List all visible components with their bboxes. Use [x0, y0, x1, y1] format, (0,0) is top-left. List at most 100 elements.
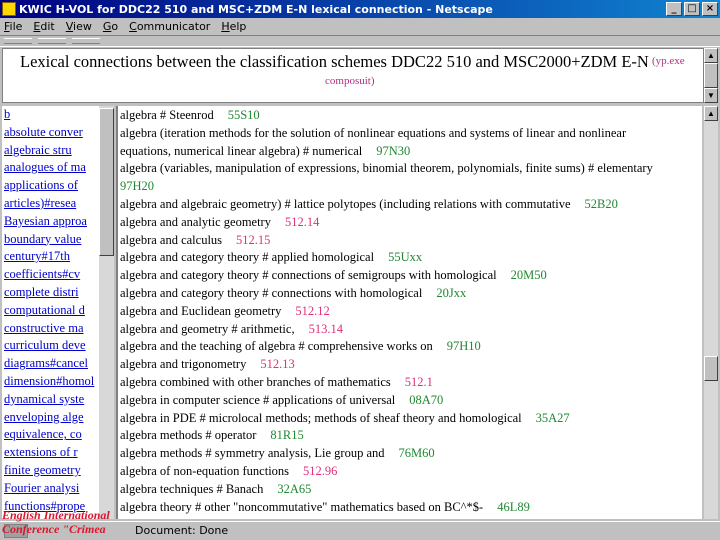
- toolbar-grip-navigation[interactable]: [4, 38, 32, 44]
- entry-text: algebra theory # other "noncommutative" …: [120, 499, 484, 514]
- kwic-entry: algebra (iteration methods for the solut…: [120, 125, 667, 143]
- kwic-entry-list: algebra # Steenrod 55S10 algebra (iteratio…: [120, 107, 667, 516]
- index-link[interactable]: dimension#homol: [4, 373, 94, 391]
- classification-code[interactable]: 512.14: [285, 215, 319, 229]
- index-link[interactable]: Bayesian approa: [4, 213, 94, 231]
- classification-code[interactable]: 08A70: [409, 393, 443, 407]
- scroll-thumb[interactable]: [704, 63, 718, 88]
- kwic-entry: algebra and the teaching of algebra # co…: [120, 338, 667, 356]
- menu-go[interactable]: Go: [103, 20, 118, 33]
- index-link[interactable]: complete distri: [4, 284, 94, 302]
- classification-code[interactable]: 55Uxx: [388, 250, 422, 264]
- kwic-entry: algebra of non-equation functions 512.96: [120, 463, 667, 481]
- menu-edit[interactable]: Edit: [33, 20, 54, 33]
- classification-code[interactable]: 97H20: [120, 179, 154, 193]
- scroll-thumb[interactable]: [704, 356, 718, 381]
- classification-code[interactable]: 97N30: [376, 144, 410, 158]
- toolbar-grip-location[interactable]: [38, 38, 66, 44]
- index-link[interactable]: analogues of ma: [4, 159, 94, 177]
- classification-code[interactable]: 512.12: [295, 304, 329, 318]
- kwic-entry: algebra and Euclidean geometry 512.12: [120, 303, 667, 321]
- minimize-button[interactable]: _: [666, 2, 682, 16]
- menu-view[interactable]: View: [66, 20, 92, 33]
- entry-text: algebra and Euclidean geometry: [120, 303, 282, 318]
- classification-code[interactable]: 512.96: [303, 464, 337, 478]
- index-link[interactable]: constructive ma: [4, 320, 94, 338]
- term-index-list: b absolute conver algebraic stru analogues …: [4, 106, 94, 515]
- index-link[interactable]: finite geometry: [4, 462, 94, 480]
- classification-code[interactable]: 35A27: [536, 411, 570, 425]
- classification-code[interactable]: 513.14: [309, 322, 343, 336]
- main-frame-scrollbar[interactable]: ▲: [704, 106, 718, 519]
- classification-code[interactable]: 52B20: [585, 197, 618, 211]
- index-link[interactable]: century#17th: [4, 248, 94, 266]
- menu-help[interactable]: Help: [221, 20, 246, 33]
- kwic-entry: algebra and geometry # arithmetic, 513.14: [120, 321, 667, 339]
- entry-text: algebra and trigonometry: [120, 357, 247, 372]
- classification-code[interactable]: 20M50: [511, 268, 547, 282]
- index-link[interactable]: applications of: [4, 177, 94, 195]
- classification-code[interactable]: 97H10: [447, 339, 481, 353]
- entry-text: algebra in computer science # applicatio…: [120, 392, 396, 407]
- kwic-entry: algebra # Steenrod 55S10: [120, 107, 667, 125]
- entry-text: algebra and category theory # connection…: [120, 268, 497, 283]
- classification-code[interactable]: 55S10: [228, 108, 260, 122]
- entry-text: algebra and geometry # arithmetic,: [120, 321, 295, 336]
- entry-text: algebra of non-equation functions: [120, 463, 290, 478]
- status-text: Document: Done: [135, 524, 229, 537]
- classification-code[interactable]: 512.13: [260, 357, 294, 371]
- index-link[interactable]: b: [4, 106, 94, 124]
- scroll-down-arrow-icon[interactable]: ▼: [704, 88, 718, 103]
- scroll-up-arrow-icon[interactable]: ▲: [704, 48, 718, 63]
- header-link-continued[interactable]: composuit): [325, 75, 375, 87]
- kwic-entry: algebra (variables, manipulation of expr…: [120, 160, 667, 178]
- kwic-entry: equations, numerical linear algebra) # n…: [120, 143, 667, 161]
- classification-code[interactable]: 512.1: [405, 375, 433, 389]
- entry-text: algebra # Steenrod: [120, 108, 214, 122]
- entry-text: algebra (variables, manipulation of expr…: [120, 161, 653, 176]
- classification-code[interactable]: 81R15: [270, 428, 303, 442]
- entry-text: algebra methods # symmetry analysis, Lie…: [120, 446, 385, 461]
- index-link[interactable]: extensions of r: [4, 444, 94, 462]
- maximize-button[interactable]: □: [684, 2, 700, 16]
- classification-code[interactable]: 32A65: [277, 482, 311, 496]
- classification-code[interactable]: 512.15: [236, 233, 270, 247]
- index-link[interactable]: computational d: [4, 302, 94, 320]
- main-content-frame: algebra # Steenrod 55S10 algebra (iteratio…: [116, 106, 702, 519]
- kwic-entry: algebra theory # other "noncommutative" …: [120, 499, 667, 517]
- entry-text: algebra techniques # Banach: [120, 481, 264, 496]
- scroll-up-arrow-icon[interactable]: ▲: [704, 106, 718, 121]
- kwic-entry: algebra methods # symmetry analysis, Lie…: [120, 445, 667, 463]
- kwic-entry: algebra in computer science # applicatio…: [120, 392, 667, 410]
- classification-code[interactable]: 46L89: [497, 500, 530, 514]
- index-link[interactable]: curriculum deve: [4, 337, 94, 355]
- index-link[interactable]: absolute conver: [4, 124, 94, 142]
- header-link[interactable]: (yp.exe: [652, 55, 685, 67]
- kwic-entry: algebra and algebraic geometry) # lattic…: [120, 196, 667, 214]
- menu-bar: File Edit View Go Communicator Help: [0, 18, 720, 35]
- header-scrollbar[interactable]: ▲ ▼: [704, 48, 718, 103]
- index-link[interactable]: dynamical syste: [4, 391, 94, 409]
- index-link[interactable]: algebraic stru: [4, 142, 94, 160]
- close-button[interactable]: ×: [702, 2, 718, 16]
- index-link[interactable]: boundary value: [4, 231, 94, 249]
- index-link[interactable]: enveloping alge: [4, 409, 94, 427]
- entry-text: algebra and the teaching of algebra # co…: [120, 339, 433, 354]
- toolbar-grip-personal[interactable]: [72, 38, 100, 44]
- kwic-entry: algebra and category theory # connection…: [120, 285, 667, 303]
- menu-communicator[interactable]: Communicator: [129, 20, 210, 33]
- scroll-thumb[interactable]: [99, 108, 114, 256]
- classification-code[interactable]: 76M60: [399, 446, 435, 460]
- menu-file[interactable]: File: [4, 20, 22, 33]
- header-frame: Lexical connections between the classifi…: [2, 48, 704, 103]
- kwic-entry: algebra techniques # Banach 32A65: [120, 481, 667, 499]
- classification-code[interactable]: 20Jxx: [436, 286, 466, 300]
- index-link[interactable]: diagrams#cancel: [4, 355, 94, 373]
- index-link[interactable]: articles)#resea: [4, 195, 94, 213]
- index-link[interactable]: coefficients#cv: [4, 266, 94, 284]
- index-link[interactable]: Fourier analysi: [4, 480, 94, 498]
- index-link[interactable]: equivalence, co: [4, 426, 94, 444]
- left-frame-scrollbar[interactable]: [99, 106, 114, 519]
- page-title: Lexical connections between the classifi…: [20, 52, 649, 71]
- left-index-frame: b absolute conver algebraic stru analogues …: [2, 106, 99, 519]
